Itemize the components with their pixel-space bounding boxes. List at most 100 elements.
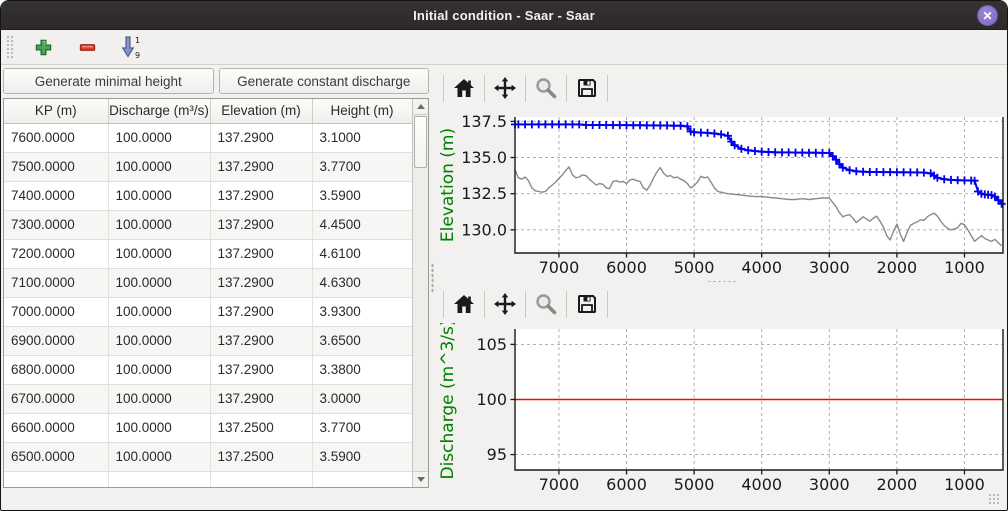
generate-constant-discharge-button[interactable]: Generate constant discharge — [219, 68, 430, 94]
table-panel: Generate minimal height Generate constan… — [3, 65, 429, 490]
table-cell[interactable]: 7300.0000 — [4, 210, 108, 239]
elevation-plot[interactable]: 7000600050004000300020001000137.5135.013… — [437, 109, 1007, 278]
column-header-height[interactable]: Height (m) — [312, 99, 412, 123]
zoom-button[interactable] — [532, 73, 560, 103]
table-cell[interactable]: 3.0000 — [312, 384, 412, 413]
table-cell[interactable]: 137.2900 — [210, 268, 312, 297]
table-cell[interactable]: 6700.0000 — [4, 384, 108, 413]
table-cell[interactable]: 137.2900 — [210, 239, 312, 268]
home-button[interactable] — [450, 289, 478, 319]
table-cell[interactable]: 4.4500 — [312, 210, 412, 239]
home-icon — [452, 76, 476, 100]
table-cell[interactable]: 6600.0000 — [4, 413, 108, 442]
table-cell[interactable]: 100.0000 — [108, 239, 210, 268]
toolbar-separator — [443, 291, 444, 318]
table-cell[interactable]: 100.0000 — [108, 384, 210, 413]
table-cell[interactable]: 6500.0000 — [4, 442, 108, 471]
table-row: 6500.0000100.0000137.25003.5900 — [4, 442, 412, 471]
tick-label-x: 5000 — [674, 475, 715, 493]
table-cell[interactable] — [210, 471, 312, 488]
sort-rows-button[interactable]: 1 9 — [116, 33, 146, 61]
table-cell[interactable]: 137.2900 — [210, 210, 312, 239]
table-cell[interactable]: 100.0000 — [108, 268, 210, 297]
table-cell[interactable]: 6900.0000 — [4, 326, 108, 355]
toolbar-separator — [484, 291, 485, 318]
tick-label-x: 5000 — [674, 258, 715, 277]
table-row: 7000.0000100.0000137.29003.9300 — [4, 297, 412, 326]
table-cell[interactable]: 100.0000 — [108, 181, 210, 210]
table-row-partial — [4, 471, 412, 488]
tick-label-x: 3000 — [809, 475, 850, 493]
toolbar-drag-handle[interactable] — [6, 35, 14, 59]
table-cell[interactable]: 3.9300 — [312, 297, 412, 326]
window: Initial condition - Saar - Saar ✕ 1 9 — [0, 0, 1008, 511]
column-header-kp[interactable]: KP (m) — [4, 99, 108, 123]
table-cell[interactable]: 3.7700 — [312, 152, 412, 181]
save-icon — [575, 292, 599, 316]
scroll-down-button[interactable] — [413, 471, 428, 487]
table-cell[interactable]: 6800.0000 — [4, 355, 108, 384]
table-cell[interactable]: 3.5900 — [312, 442, 412, 471]
home-icon — [452, 292, 476, 316]
pan-icon — [493, 76, 517, 100]
save-button[interactable] — [573, 73, 601, 103]
table-cell[interactable]: 3.6500 — [312, 326, 412, 355]
table-cell[interactable]: 100.0000 — [108, 123, 210, 152]
table-cell[interactable]: 100.0000 — [108, 355, 210, 384]
table-cell[interactable]: 100.0000 — [108, 152, 210, 181]
table-cell[interactable]: 4.6100 — [312, 239, 412, 268]
table-cell[interactable]: 100.0000 — [108, 413, 210, 442]
table-cell[interactable] — [312, 471, 412, 488]
table-cell[interactable]: 7000.0000 — [4, 297, 108, 326]
table-cell[interactable]: 100.0000 — [108, 297, 210, 326]
table-cell[interactable]: 137.2900 — [210, 384, 312, 413]
table-scrollbar[interactable] — [412, 99, 428, 487]
table-cell[interactable]: 100.0000 — [108, 326, 210, 355]
add-row-button[interactable] — [28, 33, 58, 61]
table-cell[interactable]: 137.2500 — [210, 442, 312, 471]
table-cell[interactable]: 137.2900 — [210, 355, 312, 384]
table-cell[interactable]: 100.0000 — [108, 210, 210, 239]
table-cell[interactable]: 137.2900 — [210, 181, 312, 210]
table-cell[interactable]: 3.3800 — [312, 355, 412, 384]
plot-area[interactable] — [515, 117, 1003, 253]
table-cell[interactable]: 137.2900 — [210, 152, 312, 181]
scroll-up-button[interactable] — [413, 99, 428, 115]
table-cell[interactable]: 7600.0000 — [4, 123, 108, 152]
remove-row-button[interactable] — [72, 33, 102, 61]
discharge-plot[interactable]: 700060005000400030002000100010510095Disc… — [437, 323, 1007, 493]
table-cell[interactable]: 3.5900 — [312, 181, 412, 210]
table-cell[interactable]: 137.2900 — [210, 123, 312, 152]
generate-minimal-height-button[interactable]: Generate minimal height — [3, 68, 214, 94]
table-cell[interactable]: 137.2500 — [210, 413, 312, 442]
table-cell[interactable]: 7400.0000 — [4, 181, 108, 210]
table-cell[interactable] — [4, 471, 108, 488]
panel-splitter[interactable] — [429, 65, 436, 490]
table-cell[interactable]: 3.7700 — [312, 413, 412, 442]
column-header-discharge[interactable]: Discharge (m³/s) — [108, 99, 210, 123]
table-cell[interactable]: 7200.0000 — [4, 239, 108, 268]
save-button[interactable] — [573, 289, 601, 319]
discharge-plot-toolbar — [437, 283, 1007, 325]
table-cell[interactable]: 4.6300 — [312, 268, 412, 297]
close-button[interactable]: ✕ — [977, 5, 998, 26]
home-button[interactable] — [450, 73, 478, 103]
table-cell[interactable]: 7500.0000 — [4, 152, 108, 181]
table-row: 6700.0000100.0000137.29003.0000 — [4, 384, 412, 413]
triangle-up-icon — [417, 104, 425, 109]
pan-button[interactable] — [491, 73, 519, 103]
table-cell[interactable]: 7100.0000 — [4, 268, 108, 297]
table-cell[interactable]: 137.2900 — [210, 326, 312, 355]
table-cell[interactable]: 3.1000 — [312, 123, 412, 152]
resize-grip[interactable] — [988, 493, 1001, 506]
column-header-elevation[interactable]: Elevation (m) — [210, 99, 312, 123]
main-toolbar: 1 9 — [1, 30, 1007, 65]
pan-button[interactable] — [491, 289, 519, 319]
tick-label-x: 7000 — [539, 258, 580, 277]
table-cell[interactable]: 137.2900 — [210, 297, 312, 326]
zoom-button[interactable] — [532, 289, 560, 319]
tick-label-y: 100 — [476, 390, 507, 409]
table-cell[interactable]: 100.0000 — [108, 442, 210, 471]
table-cell[interactable] — [108, 471, 210, 488]
scrollbar-thumb[interactable] — [414, 116, 427, 168]
